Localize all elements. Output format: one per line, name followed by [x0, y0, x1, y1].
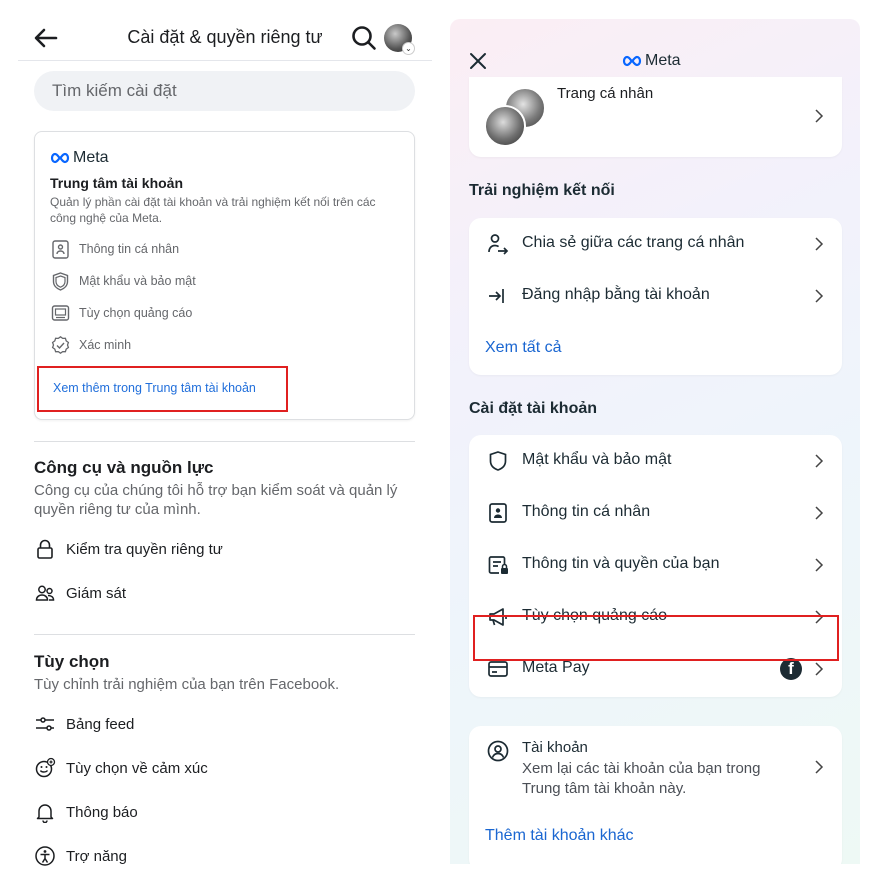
chevron-down-icon: ⌄ — [402, 42, 415, 55]
ac-item-verification[interactable]: Xác minh — [50, 334, 131, 356]
your-info-permissions-label: Thông tin và quyền của bạn — [522, 555, 720, 572]
accessibility-item[interactable]: Trợ năng — [34, 844, 127, 868]
account-settings-title: Cài đặt tài khoản — [469, 400, 598, 417]
preferences-section-title: Tùy chọn — [34, 652, 110, 671]
password-security-item[interactable]: Mật khẩu và bảo mật — [486, 435, 842, 487]
share-across-profiles-label: Chia sẻ giữa các trang cá nhân — [522, 234, 745, 251]
profile-avatar[interactable]: ⌄ — [384, 24, 415, 55]
accounts-center-title: Trung tâm tài khoản — [50, 175, 184, 191]
chevron-right-icon — [815, 289, 824, 303]
connected-experiences-title: Trải nghiệm kết nối — [469, 182, 615, 199]
personal-details-label: Thông tin cá nhân — [522, 503, 651, 520]
accounts-card: Tài khoản Xem lại các tài khoản của bạn … — [469, 726, 842, 864]
accessibility-icon — [35, 846, 55, 866]
accounts-description: Xem lại các tài khoản của bạn trong Trun… — [522, 760, 761, 797]
meta-pay-label: Meta Pay — [522, 659, 590, 676]
section-divider — [34, 634, 415, 635]
meta-infinity-icon — [50, 152, 70, 164]
lock-icon — [37, 539, 53, 559]
meta-infinity-icon — [622, 55, 642, 67]
notifications-item[interactable]: Thông báo — [34, 800, 138, 824]
reaction-preferences-item[interactable]: Tùy chọn về cảm xúc — [34, 756, 208, 780]
login-with-accounts-item[interactable]: Đăng nhập bằng tài khoản — [486, 270, 842, 322]
accounts-title: Tài khoản — [522, 739, 588, 756]
feed-label: Bảng feed — [66, 715, 135, 733]
section-divider — [34, 441, 415, 442]
ac-item-label: Xác minh — [79, 338, 132, 352]
search-icon[interactable] — [350, 24, 378, 52]
supervision-label: Giám sát — [66, 584, 127, 602]
account-circle-icon — [487, 740, 509, 762]
connected-experiences-card: Chia sẻ giữa các trang cá nhân Đăng nhập… — [469, 218, 842, 375]
chevron-right-icon — [815, 558, 824, 572]
meta-wordmark: Meta — [645, 52, 681, 69]
highlight-box — [473, 615, 839, 661]
id-card-icon — [489, 503, 507, 523]
settings-search-input[interactable]: Tìm kiếm cài đặt — [34, 71, 415, 111]
password-security-label: Mật khẩu và bảo mật — [522, 451, 672, 468]
tools-section-title: Công cụ và nguồn lực — [34, 458, 214, 477]
chevron-right-icon — [815, 454, 824, 468]
personal-details-item[interactable]: Thông tin cá nhân — [486, 487, 842, 539]
add-account-link[interactable]: Thêm tài khoản khác — [485, 827, 634, 845]
login-with-accounts-label: Đăng nhập bằng tài khoản — [522, 286, 710, 303]
verified-badge-icon — [51, 335, 70, 354]
facebook-icon: f — [780, 658, 802, 680]
chevron-right-icon[interactable] — [814, 760, 824, 774]
id-card-icon — [52, 239, 69, 259]
profiles-card[interactable]: Trang cá nhân — [469, 77, 842, 157]
ac-item-label: Mật khẩu và bảo mật — [79, 274, 196, 288]
see-more-accounts-center-link[interactable]: Xem thêm trong Trung tâm tài khoản — [37, 366, 288, 412]
chevron-right-icon — [815, 662, 824, 676]
privacy-checkup-label: Kiểm tra quyền riêng tư — [66, 540, 223, 558]
tools-section-description: Công cụ của chúng tôi hỗ trợ bạn kiểm so… — [34, 482, 398, 518]
chevron-right-icon — [815, 237, 824, 251]
supervision-item[interactable]: Giám sát — [34, 581, 126, 605]
your-info-permissions-item[interactable]: Thông tin và quyền của bạn — [486, 539, 842, 591]
accounts-center-card: Meta Trung tâm tài khoản Quản lý phần cà… — [34, 131, 415, 420]
preferences-section-description: Tùy chỉnh trải nghiệm của bạn trên Faceb… — [34, 676, 340, 693]
accounts-center-panel: Meta Trang cá nhân Trải nghiệm kết nối C… — [450, 19, 860, 864]
chevron-right-icon — [815, 109, 824, 123]
see-more-label: Xem thêm trong Trung tâm tài khoản — [53, 381, 256, 395]
ac-item-personal-info[interactable]: Thông tin cá nhân — [50, 238, 179, 260]
ac-item-label: Thông tin cá nhân — [79, 242, 180, 256]
share-profiles-icon — [488, 234, 509, 255]
accounts-center-description: Quản lý phần cài đặt tài khoản và trải n… — [50, 195, 376, 225]
feed-item[interactable]: Bảng feed — [34, 712, 134, 736]
account-settings-card: Mật khẩu và bảo mật Thông tin cá nhân Th… — [469, 435, 842, 697]
chevron-right-icon — [815, 506, 824, 520]
reaction-icon — [35, 757, 56, 778]
accessibility-label: Trợ năng — [66, 847, 127, 865]
bell-icon — [36, 804, 54, 823]
ac-item-label: Tùy chọn quảng cáo — [79, 306, 193, 320]
people-icon — [35, 585, 55, 601]
header-divider — [18, 60, 432, 61]
notifications-label: Thông báo — [66, 803, 138, 821]
settings-privacy-panel: Cài đặt & quyền riêng tư ⌄ Tìm kiếm cài … — [0, 0, 440, 880]
info-lock-icon — [488, 556, 508, 574]
ad-screen-icon — [51, 304, 70, 321]
ac-item-password-security[interactable]: Mật khẩu và bảo mật — [50, 270, 196, 292]
ac-item-ad-preferences[interactable]: Tùy chọn quảng cáo — [50, 302, 192, 324]
sliders-icon — [36, 717, 54, 731]
see-all-link[interactable]: Xem tất cả — [485, 339, 561, 357]
profile-avatar — [484, 105, 526, 147]
top-bar: Cài đặt & quyền riêng tư ⌄ — [18, 18, 432, 58]
shield-icon — [52, 271, 69, 291]
shield-icon — [489, 451, 507, 471]
close-icon[interactable] — [468, 51, 488, 71]
privacy-checkup-item[interactable]: Kiểm tra quyền riêng tư — [34, 537, 223, 561]
meta-logo: Meta — [622, 51, 681, 71]
meta-logo: Meta — [50, 148, 109, 168]
share-across-profiles-item[interactable]: Chia sẻ giữa các trang cá nhân — [486, 218, 842, 270]
login-arrow-icon — [489, 289, 504, 303]
reaction-preferences-label: Tùy chọn về cảm xúc — [66, 759, 208, 777]
meta-wordmark: Meta — [73, 149, 109, 166]
profiles-label: Trang cá nhân — [557, 85, 654, 102]
